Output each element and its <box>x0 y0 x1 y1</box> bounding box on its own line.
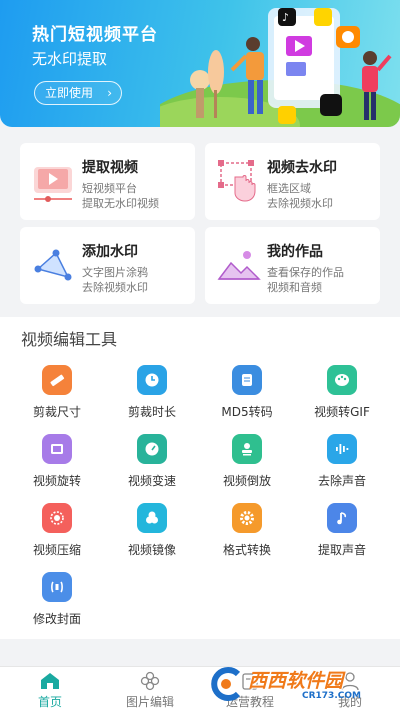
tool-video-to-gif[interactable]: 视频转GIF <box>297 365 387 427</box>
svg-text:♪: ♪ <box>282 11 289 24</box>
tool-label: 视频旋转 <box>32 474 81 488</box>
banner-title: 热门短视频平台 <box>32 25 158 45</box>
use-now-button[interactable]: 立即使用 › <box>34 81 122 105</box>
tool-crop-duration[interactable]: 剪裁时长 <box>107 365 197 427</box>
card-desc: 去除视频水印 <box>267 197 333 210</box>
stamp-icon <box>232 434 262 464</box>
tool-rotate[interactable]: 视频旋转 <box>12 434 102 496</box>
tool-label: 剪裁尺寸 <box>32 405 81 419</box>
card-desc: 框选区域 <box>267 182 311 195</box>
tool-label: 视频镜像 <box>127 543 176 557</box>
tool-reverse[interactable]: 视频倒放 <box>202 434 292 496</box>
tool-label: 视频转GIF <box>314 405 370 419</box>
watermark-text: 西西软件园 <box>248 670 344 692</box>
compress-icon <box>42 503 72 533</box>
palette-icon <box>327 365 357 395</box>
card-desc: 查看保存的作品 <box>267 266 344 279</box>
gallery-icon <box>217 251 261 280</box>
ruler-icon <box>42 365 72 395</box>
banner-subtitle: 无水印提取 <box>32 50 108 68</box>
tool-md5[interactable]: MD5转码 <box>202 365 292 427</box>
card-add-watermark[interactable]: 添加水印 文字图片涂鸦 去除视频水印 <box>20 227 195 304</box>
use-now-label: 立即使用 <box>45 86 94 100</box>
video-tools-section: 视频编辑工具 剪裁尺寸 剪裁时长 MD5转码 视频转GIF 视频旋转 视频变速 <box>0 317 400 639</box>
card-title: 提取视频 <box>82 160 138 176</box>
tool-label: 视频倒放 <box>222 474 271 488</box>
card-desc: 提取无水印视频 <box>82 197 159 210</box>
tab-photo-edit[interactable]: 图片编辑 <box>100 667 200 711</box>
card-title: 我的作品 <box>267 244 323 260</box>
card-title: 添加水印 <box>82 244 138 260</box>
tool-crop-size[interactable]: 剪裁尺寸 <box>12 365 102 427</box>
tool-mirror[interactable]: 视频镜像 <box>107 503 197 565</box>
mirror-icon <box>137 503 167 533</box>
tool-label: 视频变速 <box>127 474 176 488</box>
tab-label: 图片编辑 <box>125 695 174 709</box>
feature-cards: 提取视频 短视频平台 提取无水印视频 视频去水印 框选区域 去除视频水印 添加水… <box>0 127 400 317</box>
flower-icon <box>140 671 160 691</box>
tool-speed[interactable]: 视频变速 <box>107 434 197 496</box>
card-title: 视频去水印 <box>267 160 337 176</box>
chevron-right-icon: › <box>107 86 112 100</box>
tablet-icon <box>42 434 72 464</box>
banner-illustration: ♪ <box>160 8 400 127</box>
tool-label: 修改封面 <box>32 612 81 626</box>
tool-label: 视频压缩 <box>32 543 81 557</box>
tool-label: 格式转换 <box>222 543 271 557</box>
tab-label: 首页 <box>37 695 62 709</box>
tool-label: 提取声音 <box>317 543 366 557</box>
cover-icon <box>42 572 72 602</box>
shape-pen-icon <box>34 249 72 281</box>
music-note-icon <box>327 503 357 533</box>
sound-wave-icon <box>327 434 357 464</box>
tool-label: MD5转码 <box>221 405 273 419</box>
select-hand-icon <box>218 160 256 202</box>
card-desc: 文字图片涂鸦 <box>82 266 148 279</box>
card-desc: 短视频平台 <box>82 182 137 195</box>
tool-compress[interactable]: 视频压缩 <box>12 503 102 565</box>
card-desc: 去除视频水印 <box>82 281 148 294</box>
speedometer-icon <box>137 434 167 464</box>
tool-label: 剪裁时长 <box>127 405 176 419</box>
tool-label: 去除声音 <box>317 474 366 488</box>
gear-icon <box>232 503 262 533</box>
card-extract-video[interactable]: 提取视频 短视频平台 提取无水印视频 <box>20 143 195 220</box>
site-watermark: 西西软件园 CR173.COM <box>202 662 398 708</box>
clock-icon <box>137 365 167 395</box>
tool-format-convert[interactable]: 格式转换 <box>202 503 292 565</box>
tab-home[interactable]: 首页 <box>0 667 100 711</box>
scroll-icon <box>232 365 262 395</box>
home-icon <box>41 673 59 689</box>
site-logo-icon <box>211 667 241 701</box>
card-my-works[interactable]: 我的作品 查看保存的作品 视频和音频 <box>205 227 380 304</box>
video-extract-icon <box>34 167 72 202</box>
tool-remove-sound[interactable]: 去除声音 <box>297 434 387 496</box>
section-title: 视频编辑工具 <box>21 330 118 349</box>
banner[interactable]: 热门短视频平台 无水印提取 立即使用 › ♪ <box>0 0 400 127</box>
watermark-sub: CR173.COM <box>302 691 361 701</box>
tool-extract-sound[interactable]: 提取声音 <box>297 503 387 565</box>
card-remove-watermark[interactable]: 视频去水印 框选区域 去除视频水印 <box>205 143 380 220</box>
card-desc: 视频和音频 <box>267 281 322 294</box>
tool-edit-cover[interactable]: 修改封面 <box>12 572 102 634</box>
